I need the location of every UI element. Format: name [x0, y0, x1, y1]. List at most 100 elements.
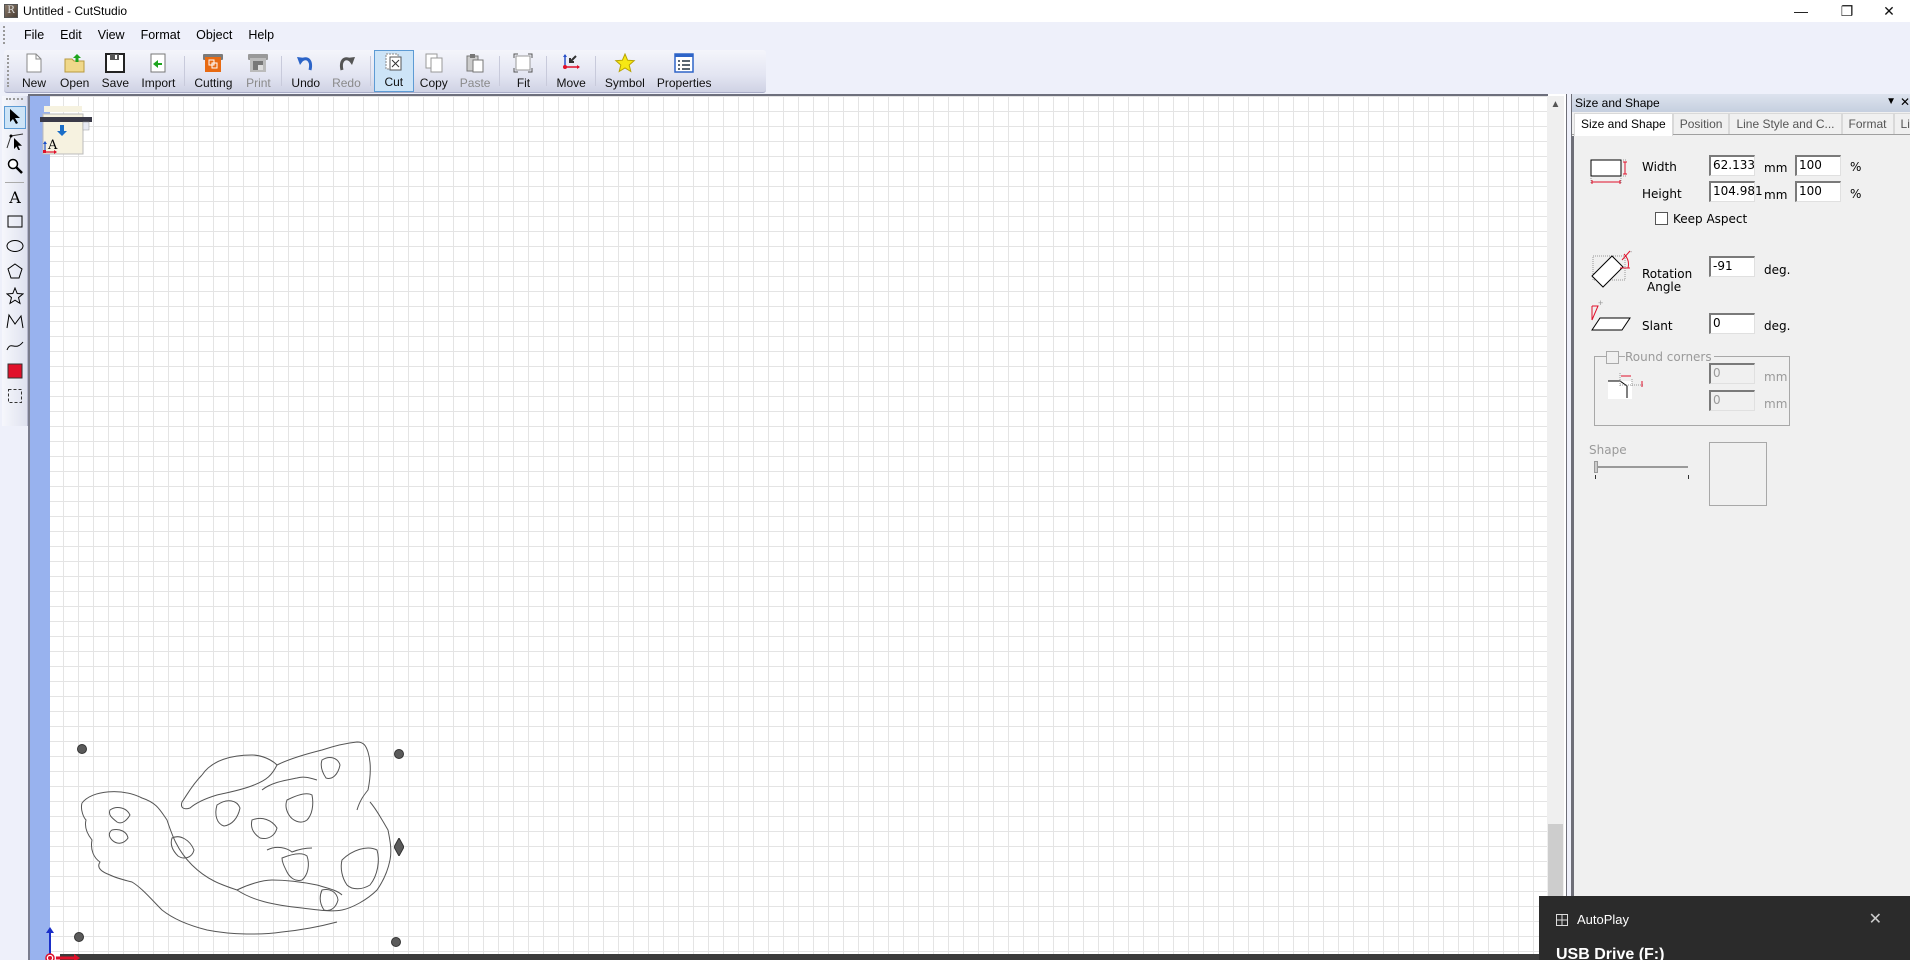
menu-grip[interactable] — [3, 26, 5, 44]
size-and-shape-panel: Size and Shape ▼ ✕ Size and Shape Positi… — [1572, 94, 1910, 960]
selection-handle-bottom-right[interactable] — [391, 937, 401, 947]
artwork-object[interactable] — [72, 740, 412, 950]
open-button[interactable]: Open — [54, 50, 95, 92]
height-unit: mm — [1764, 188, 1788, 202]
print-button[interactable]: Print — [238, 50, 278, 92]
fit-button[interactable]: Fit — [503, 50, 543, 92]
svg-text:A: A — [47, 138, 58, 153]
round-corner-y-input: 0 — [1709, 390, 1755, 411]
scroll-up-icon[interactable]: ▲ — [1547, 96, 1564, 113]
slant-unit: deg. — [1764, 319, 1791, 333]
open-folder-icon — [64, 52, 86, 74]
restore-button[interactable]: ❐ — [1824, 0, 1870, 22]
slant-input[interactable]: 0 — [1709, 313, 1755, 334]
menu-view[interactable]: View — [90, 28, 133, 42]
tab-line-style[interactable]: Line Style and C... — [1729, 113, 1842, 134]
close-button[interactable]: ✕ — [1866, 0, 1910, 22]
polygon-tool[interactable] — [4, 261, 26, 284]
rectangle-tool[interactable] — [4, 211, 26, 234]
menu-edit[interactable]: Edit — [52, 28, 90, 42]
star-tool[interactable] — [4, 286, 26, 309]
select-tool[interactable] — [4, 106, 26, 129]
width-percent-input[interactable]: 100 — [1795, 155, 1841, 176]
copy-button[interactable]: Copy — [414, 50, 454, 92]
tab-format[interactable]: Format — [1841, 113, 1894, 134]
shape-slider-thumb[interactable] — [1594, 461, 1598, 473]
horizontal-scrollbar[interactable] — [60, 954, 1550, 960]
menu-help[interactable]: Help — [240, 28, 282, 42]
tab-links[interactable]: Links — [1893, 113, 1910, 134]
panel-title: Size and Shape — [1575, 96, 1660, 110]
autoplay-notification[interactable]: AutoPlay ✕ USB Drive (F:) — [1539, 896, 1910, 960]
vertical-scrollbar[interactable]: ▲ — [1547, 96, 1564, 954]
cutting-label: Cutting — [194, 76, 233, 90]
media-origin-marker[interactable]: A — [40, 106, 92, 156]
new-document-icon — [23, 52, 45, 74]
window-title: Untitled - CutStudio — [23, 4, 128, 18]
cutting-button[interactable]: Cutting — [188, 50, 238, 92]
save-label: Save — [101, 76, 130, 90]
tab-size-and-shape[interactable]: Size and Shape — [1574, 113, 1673, 136]
rotation-unit: deg. — [1764, 263, 1791, 277]
edit-points-tool[interactable] — [4, 131, 26, 154]
curve-tool[interactable] — [4, 336, 26, 359]
redo-button[interactable]: Redo — [326, 50, 367, 92]
width-input[interactable]: 62.133 — [1709, 155, 1755, 176]
autoplay-drive-label: USB Drive (F:) — [1556, 946, 1665, 960]
undo-button[interactable]: Undo — [285, 50, 326, 92]
polyline-tool[interactable] — [4, 311, 26, 334]
properties-button[interactable]: Properties — [651, 50, 718, 92]
menu-file[interactable]: File — [16, 28, 52, 42]
minimize-button[interactable]: — — [1778, 0, 1824, 22]
zoom-tool[interactable] — [4, 156, 26, 179]
height-percent-input[interactable]: 100 — [1795, 181, 1841, 202]
canvas-top-edge — [28, 94, 1548, 96]
selection-frame-tool[interactable] — [4, 386, 26, 409]
menu-format[interactable]: Format — [133, 28, 189, 42]
import-button[interactable]: Import — [135, 50, 181, 92]
ellipse-tool[interactable] — [4, 236, 26, 259]
new-button[interactable]: New — [14, 50, 54, 92]
toolbox-grip[interactable] — [6, 98, 23, 104]
size-icon — [1590, 157, 1630, 192]
selection-handle-top-left[interactable] — [77, 744, 87, 754]
copy-icon — [423, 52, 445, 74]
toolbar-separator — [499, 56, 501, 86]
shape-slider[interactable] — [1594, 461, 1694, 481]
save-floppy-icon — [104, 52, 126, 74]
notification-close-icon[interactable]: ✕ — [1869, 909, 1882, 929]
height-input[interactable]: 104.981 — [1709, 181, 1763, 202]
round-corners-checkbox[interactable] — [1606, 351, 1619, 364]
text-tool[interactable]: A — [4, 186, 26, 209]
menu-object[interactable]: Object — [188, 28, 240, 42]
rotation-label: Rotation — [1642, 267, 1693, 281]
move-button[interactable]: Move — [550, 50, 591, 92]
polygon-tool-icon — [7, 263, 23, 282]
tab-position[interactable]: Position — [1672, 113, 1730, 134]
redo-label: Redo — [332, 76, 361, 90]
rotation-handle-right[interactable] — [393, 836, 405, 858]
cut-button[interactable]: Cut — [373, 50, 414, 92]
keep-aspect-checkbox[interactable] — [1655, 212, 1668, 225]
panel-close-icon[interactable]: ✕ — [1900, 95, 1910, 109]
edit-points-icon — [6, 132, 24, 153]
symbol-button[interactable]: Symbol — [599, 50, 651, 92]
width-label: Width — [1642, 160, 1677, 174]
main-toolbar: New Open Save Import Cutting Print Undo — [4, 50, 766, 93]
scrollbar-thumb[interactable] — [1548, 824, 1563, 896]
rotation-angle-input[interactable]: -91 — [1709, 256, 1755, 277]
panel-body: Width 62.133 mm 100 % Height 104.981 mm … — [1572, 136, 1910, 960]
fill-color-tool[interactable] — [4, 361, 26, 384]
toolbar-separator — [281, 56, 283, 86]
round-corners-label: Round corners — [1625, 350, 1714, 364]
menu-bar: File Edit View Format Object Help — [0, 22, 1910, 48]
round-corner-x-input: 0 — [1709, 363, 1755, 384]
panel-dropdown-icon[interactable]: ▼ — [1886, 96, 1896, 107]
flame-animal-head-outline — [81, 741, 392, 935]
svg-text:+: + — [1630, 247, 1632, 257]
save-button[interactable]: Save — [95, 50, 135, 92]
paste-button[interactable]: Paste — [454, 50, 497, 92]
selection-handle-top-right[interactable] — [394, 749, 404, 759]
import-label: Import — [141, 76, 176, 90]
import-icon — [147, 52, 169, 74]
